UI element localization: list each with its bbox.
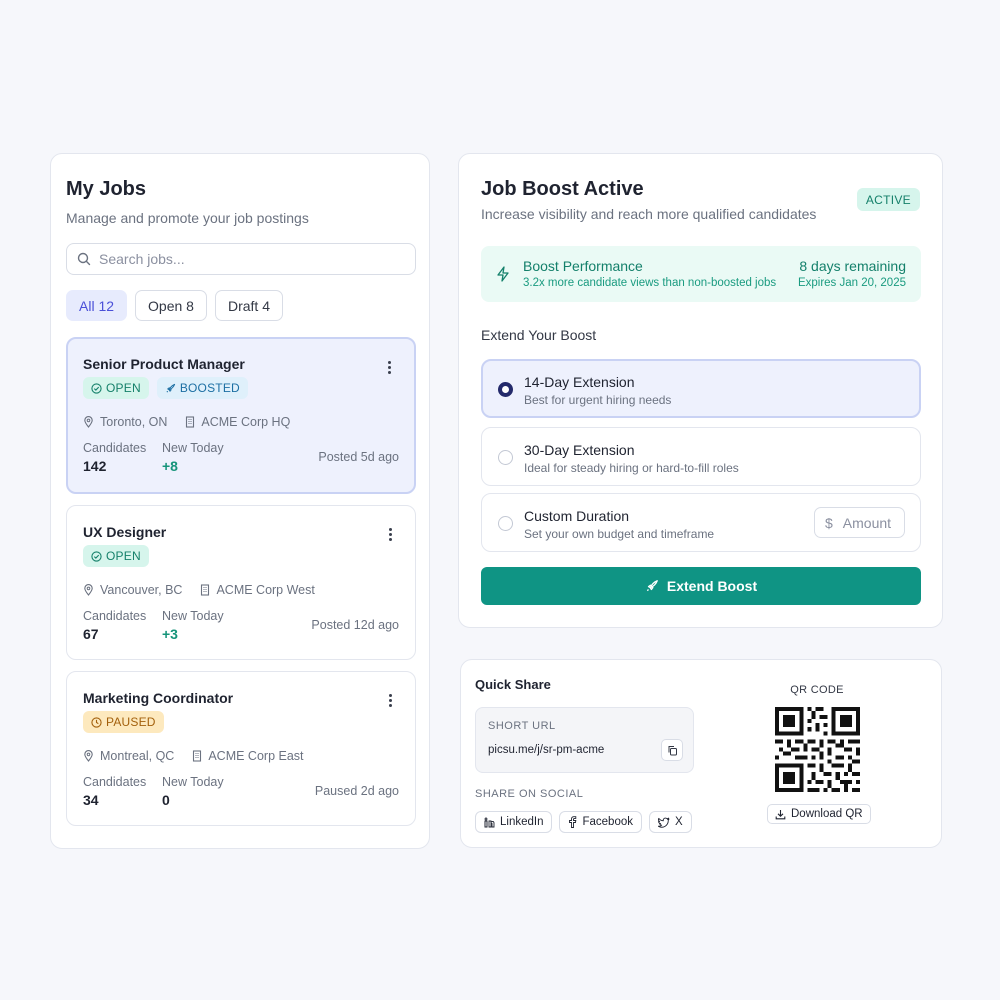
map-pin-icon <box>84 584 93 596</box>
quick-share-title: Quick Share <box>475 677 551 692</box>
job-card[interactable]: Marketing Coordinator PAUSED Montreal, Q… <box>66 671 416 826</box>
more-options-icon[interactable] <box>388 361 392 376</box>
more-options-icon[interactable] <box>389 528 393 543</box>
candidates-stat: Candidates 34 <box>83 775 147 808</box>
radio-selected[interactable] <box>498 382 513 397</box>
copy-icon <box>668 745 677 755</box>
short-url-box: SHORT URL picsu.me/j/sr-pm-acme <box>475 707 694 773</box>
facebook-icon <box>569 816 577 828</box>
performance-title: Boost Performance <box>523 258 643 274</box>
filter-all[interactable]: All 12 <box>66 290 128 321</box>
building-icon <box>186 416 195 428</box>
option-custom[interactable]: Custom Duration Set your own budget and … <box>481 493 921 552</box>
posted-date: Posted 12d ago <box>311 618 399 632</box>
x-button[interactable]: X <box>649 811 692 833</box>
boost-subtitle: Increase visibility and reach more quali… <box>481 206 817 222</box>
job-location: Vancouver, BC ACME Corp West <box>83 583 315 597</box>
qr-code-label: QR CODE <box>790 684 844 696</box>
status-badge-paused: PAUSED <box>83 711 164 733</box>
candidates-stat: Candidates 67 <box>83 609 147 642</box>
copy-button[interactable] <box>661 739 683 761</box>
job-title: UX Designer <box>83 524 167 540</box>
option-14-day[interactable]: 14-Day Extension Best for urgent hiring … <box>481 359 921 418</box>
job-boost-panel: Job Boost Active Increase visibility and… <box>458 153 943 628</box>
job-title: Marketing Coordinator <box>83 690 234 706</box>
more-options-icon[interactable] <box>389 694 393 709</box>
job-card[interactable]: Senior Product Manager OPEN BOOSTED Toro… <box>66 337 416 494</box>
boost-performance-banner: Boost Performance 3.2x more candidate vi… <box>481 246 921 302</box>
performance-detail: 3.2x more candidate views than non-boost… <box>523 277 777 289</box>
posted-date: Posted 5d ago <box>318 450 399 464</box>
page-subtitle: Manage and promote your job postings <box>66 210 309 226</box>
new-today-stat: New Today 0 <box>162 775 224 808</box>
option-30-day[interactable]: 30-Day Extension Ideal for steady hiring… <box>481 427 921 486</box>
dollar-icon: $ <box>825 514 833 531</box>
new-today-stat: New Today +8 <box>162 441 224 474</box>
rocket-icon <box>646 580 658 592</box>
qr-code-image <box>775 707 860 792</box>
download-qr-button[interactable]: Download QR <box>767 804 871 824</box>
share-social-label: SHARE ON SOCIAL <box>475 788 584 800</box>
check-circle-icon <box>91 550 102 562</box>
page-title: My Jobs <box>66 178 147 200</box>
search-input[interactable]: Search jobs... <box>66 243 416 275</box>
map-pin-icon <box>84 750 93 762</box>
check-circle-icon <box>91 382 102 394</box>
new-today-stat: New Today +3 <box>162 609 224 642</box>
days-remaining: 8 days remaining <box>799 258 906 274</box>
radio-unselected[interactable] <box>498 450 513 465</box>
extend-section-label: Extend Your Boost <box>481 327 597 343</box>
job-title: Senior Product Manager <box>83 356 245 372</box>
status-badge-open: OPEN <box>83 377 149 399</box>
building-icon <box>201 584 210 596</box>
filter-open[interactable]: Open 8 <box>135 290 207 321</box>
job-card[interactable]: UX Designer OPEN Vancouver, BC ACME Corp… <box>66 505 416 660</box>
building-icon <box>193 750 202 762</box>
lightning-icon <box>497 266 509 282</box>
status-badge: ACTIVE <box>856 188 920 211</box>
status-badge-boosted: BOOSTED <box>156 377 248 399</box>
linkedin-button[interactable]: LinkedIn <box>475 811 553 833</box>
download-icon <box>775 809 786 819</box>
clock-icon <box>91 716 102 728</box>
search-placeholder: Search jobs... <box>99 251 185 267</box>
boost-title: Job Boost Active <box>481 178 644 200</box>
candidates-stat: Candidates 142 <box>83 441 147 474</box>
filter-tabs: All 12 Open 8 Draft 4 <box>66 290 283 321</box>
my-jobs-panel: My Jobs Manage and promote your job post… <box>50 153 430 849</box>
radio-unselected[interactable] <box>498 516 513 531</box>
linkedin-icon <box>484 817 495 827</box>
status-badge-open: OPEN <box>83 545 149 567</box>
search-icon <box>77 252 91 266</box>
job-location: Toronto, ON ACME Corp HQ <box>83 415 290 429</box>
short-url-value[interactable]: picsu.me/j/sr-pm-acme <box>488 744 604 756</box>
filter-draft[interactable]: Draft 4 <box>214 290 283 321</box>
extend-boost-button[interactable]: Extend Boost <box>481 567 921 605</box>
job-location: Montreal, QC ACME Corp East <box>83 749 304 763</box>
map-pin-icon <box>84 416 93 428</box>
rocket-icon <box>166 383 175 393</box>
amount-input[interactable]: $ Amount <box>814 507 905 538</box>
expiry-date: Expires Jan 20, 2025 <box>797 277 906 289</box>
posted-date: Paused 2d ago <box>314 784 399 798</box>
quick-share-panel: Quick Share SHORT URL picsu.me/j/sr-pm-a… <box>460 659 942 848</box>
twitter-bird-icon <box>658 817 670 828</box>
facebook-button[interactable]: Facebook <box>559 811 642 833</box>
social-buttons: LinkedIn Facebook X <box>475 811 692 833</box>
